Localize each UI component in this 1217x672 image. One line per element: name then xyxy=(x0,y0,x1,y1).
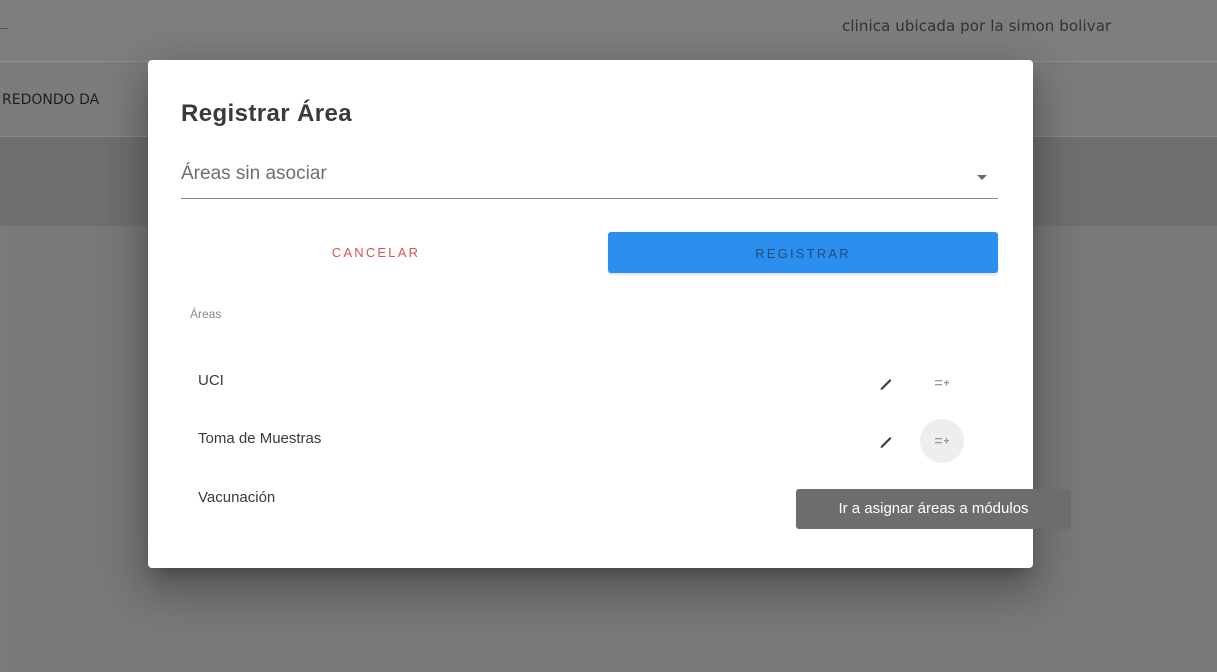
playlist-assign-icon xyxy=(935,380,949,386)
pencil-icon xyxy=(880,437,892,448)
unassociated-areas-select[interactable]: Áreas sin asociar xyxy=(181,157,998,199)
background-location-text: clinica ubicada por la simon bolivar xyxy=(842,17,1112,35)
pencil-icon xyxy=(880,379,892,390)
edit-button[interactable] xyxy=(864,361,908,405)
dialog-title: Registrar Área xyxy=(181,100,353,127)
list-item: UCI xyxy=(181,354,998,412)
assign-modules-button[interactable] xyxy=(920,361,964,405)
areas-subheader: Áreas xyxy=(190,307,222,321)
list-item-label: Toma de Muestras xyxy=(198,430,322,447)
cancel-button[interactable]: CANCELAR xyxy=(181,232,571,272)
background-row-text: REDONDO DA xyxy=(2,92,100,108)
edit-button[interactable] xyxy=(864,419,908,463)
list-item: Toma de Muestras xyxy=(181,412,998,470)
list-item-label: Vacunación xyxy=(198,489,276,506)
select-placeholder: Áreas sin asociar xyxy=(181,163,327,184)
assign-modules-button[interactable] xyxy=(920,419,964,463)
playlist-assign-icon xyxy=(935,438,949,444)
caret-down-icon xyxy=(977,175,987,180)
list-item-label: UCI xyxy=(198,372,224,389)
background-dash xyxy=(0,28,8,29)
assign-modules-tooltip: Ir a asignar áreas a módulos xyxy=(796,489,1071,529)
register-button[interactable]: REGISTRAR xyxy=(608,232,998,273)
